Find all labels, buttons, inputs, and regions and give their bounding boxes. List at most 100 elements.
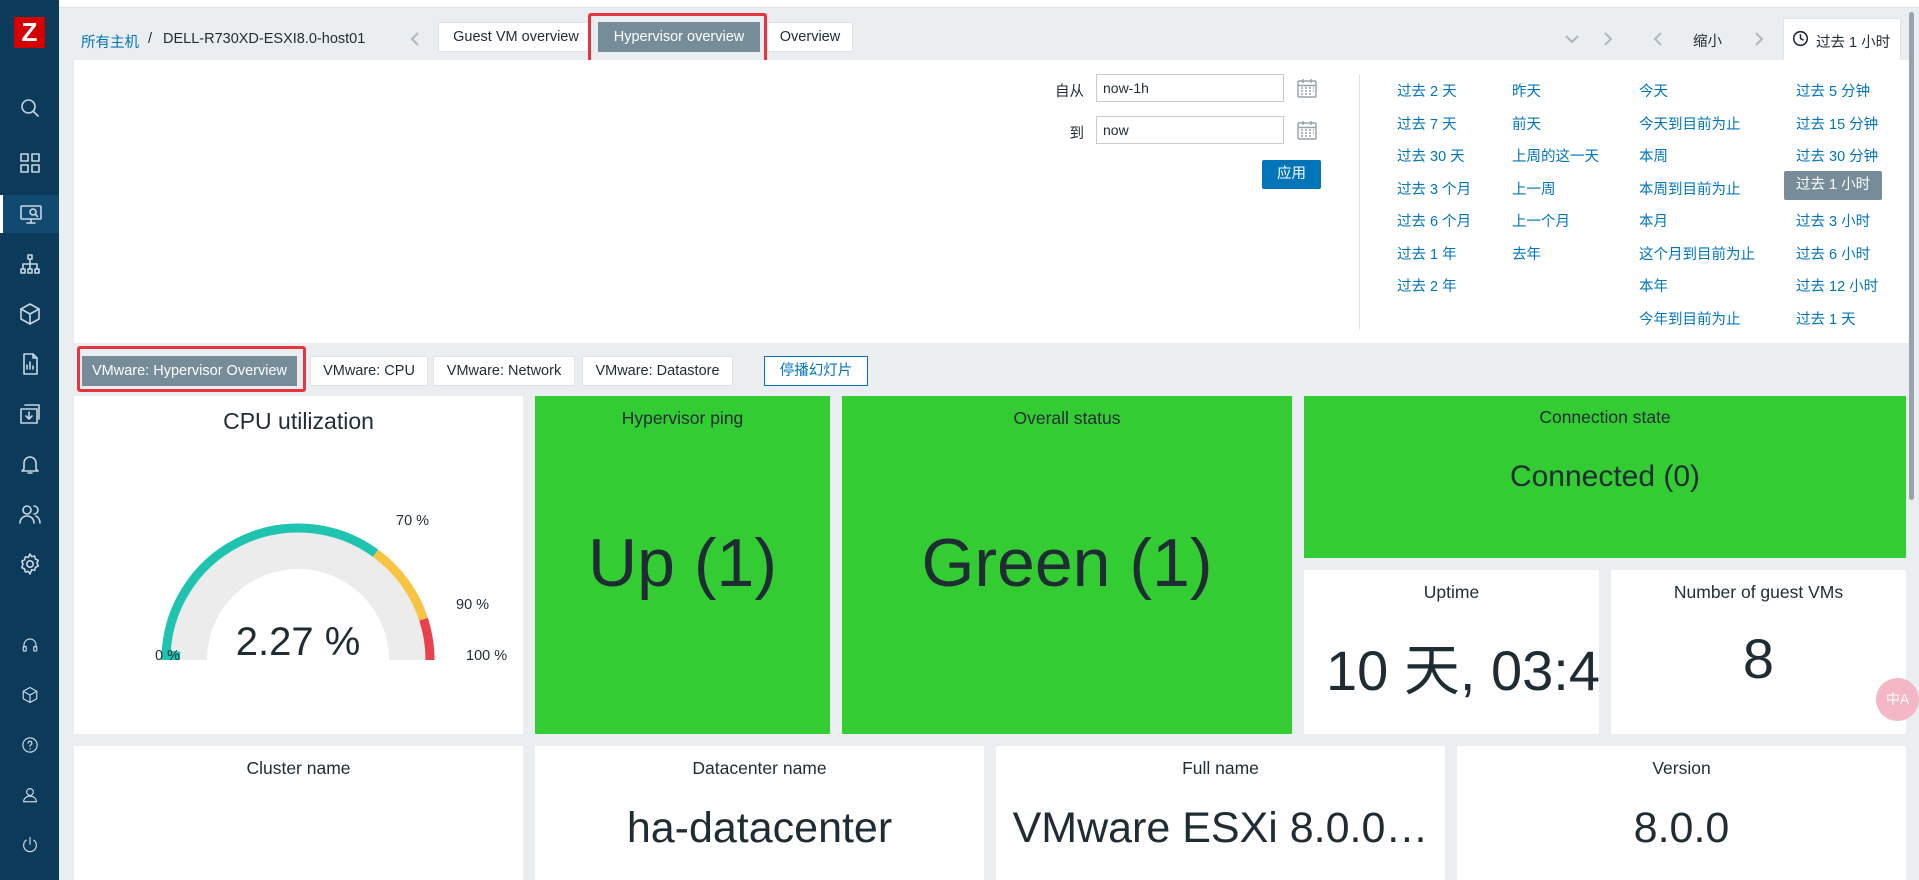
tab-hypervisor-overview-page[interactable]: VMware: Hypervisor Overview bbox=[82, 356, 297, 386]
quick-range-link[interactable]: 上一周 bbox=[1512, 178, 1556, 199]
quick-range-link[interactable]: 今天到目前为止 bbox=[1639, 113, 1741, 134]
apply-button[interactable]: 应用 bbox=[1262, 160, 1321, 189]
alerts-bell-icon[interactable] bbox=[16, 450, 44, 478]
translate-button[interactable]: 中A bbox=[1876, 678, 1919, 721]
quick-range-link[interactable]: 上周的这一天 bbox=[1512, 145, 1599, 166]
support-headset-icon[interactable] bbox=[16, 631, 44, 659]
to-calendar-icon[interactable] bbox=[1296, 119, 1318, 141]
reports-icon[interactable] bbox=[16, 350, 44, 378]
time-forward-icon[interactable] bbox=[1749, 29, 1769, 49]
breadcrumb-host: DELL-R730XD-ESXI8.0-host01 bbox=[163, 31, 366, 47]
quick-range-link[interactable]: 过去 6 个月 bbox=[1397, 210, 1471, 231]
time-range-label: 过去 1 小时 bbox=[1816, 35, 1891, 51]
widget-title: Number of guest VMs bbox=[1673, 582, 1844, 602]
quick-range-link[interactable]: 过去 15 分钟 bbox=[1796, 113, 1878, 134]
widget-title: Full name bbox=[1182, 758, 1259, 778]
widget-title: Datacenter name bbox=[692, 758, 827, 778]
sidebar: Z bbox=[0, 0, 59, 880]
time-back-icon[interactable] bbox=[1648, 29, 1668, 49]
quick-range-link[interactable]: 这个月到目前为止 bbox=[1639, 243, 1755, 264]
quick-range-link[interactable]: 过去 1 年 bbox=[1397, 243, 1457, 264]
monitoring-icon[interactable] bbox=[0, 195, 59, 233]
data-collection-icon[interactable] bbox=[16, 400, 44, 428]
from-label: 自从 bbox=[1055, 84, 1084, 100]
to-label: 到 bbox=[1069, 126, 1085, 142]
overall-status-widget: Overall status Green (1) bbox=[842, 396, 1292, 734]
quick-range-link[interactable]: 本周 bbox=[1639, 145, 1668, 166]
widget-title: Version bbox=[1652, 758, 1711, 778]
clock-icon bbox=[1792, 30, 1809, 47]
tab-guest-vm-overview[interactable]: Guest VM overview bbox=[438, 22, 594, 52]
network-topology-icon[interactable] bbox=[16, 250, 44, 278]
full-name-widget: Full name VMware ESXi 8.0.0… bbox=[996, 746, 1445, 880]
user-settings-icon[interactable] bbox=[16, 781, 44, 809]
quick-range-link[interactable]: 昨天 bbox=[1512, 80, 1541, 101]
quick-range-link[interactable]: 过去 30 天 bbox=[1397, 145, 1465, 166]
zoom-out-button[interactable]: 缩小 bbox=[1693, 30, 1722, 51]
panel-divider bbox=[1359, 74, 1360, 330]
widget-value: 8 bbox=[1742, 627, 1775, 690]
help-icon[interactable] bbox=[16, 731, 44, 759]
quick-range-link[interactable]: 过去 5 分钟 bbox=[1796, 80, 1870, 101]
uptime-widget: Uptime 10 天, 03:47 bbox=[1304, 570, 1599, 734]
tab-datastore-page[interactable]: VMware: Datastore bbox=[582, 356, 733, 386]
top-border bbox=[59, 0, 1919, 8]
cpu-utilization-widget: CPU utilization 0 % 70 % 90 % 100 % 2.27… bbox=[74, 396, 523, 734]
dashboard-icon[interactable] bbox=[16, 149, 44, 177]
widget-value: 10 天, 03:47 bbox=[1326, 639, 1599, 702]
quick-range-link[interactable]: 过去 30 分钟 bbox=[1796, 145, 1878, 166]
tabs-scroll-left-icon[interactable] bbox=[405, 29, 425, 49]
quick-range-link[interactable]: 本年 bbox=[1639, 275, 1668, 296]
tab-network-page[interactable]: VMware: Network bbox=[433, 356, 575, 386]
quick-range-selected[interactable]: 过去 1 小时 bbox=[1784, 171, 1883, 200]
cpu-gauge: 0 % 70 % 90 % 100 % 2.27 % bbox=[155, 513, 507, 664]
scrollbar-thumb[interactable] bbox=[1909, 12, 1914, 500]
version-widget: Version 8.0.0 bbox=[1457, 746, 1906, 880]
guest-vms-widget: Number of guest VMs 8 bbox=[1611, 570, 1906, 734]
quick-range-link[interactable]: 今天 bbox=[1639, 80, 1668, 101]
breadcrumb-separator: / bbox=[148, 31, 153, 47]
widget-value: ha-datacenter bbox=[626, 804, 893, 852]
quick-range-link[interactable]: 上一个月 bbox=[1512, 210, 1570, 231]
quick-range-link[interactable]: 过去 3 个月 bbox=[1397, 178, 1471, 199]
tab-cpu-page[interactable]: VMware: CPU bbox=[310, 356, 428, 386]
quick-range-link[interactable]: 本周到目前为止 bbox=[1639, 178, 1741, 199]
sign-out-icon[interactable] bbox=[16, 831, 44, 859]
widget-value: VMware ESXi 8.0.0… bbox=[1012, 804, 1429, 852]
quick-range-link[interactable]: 今年到目前为止 bbox=[1639, 308, 1741, 329]
tab-overview[interactable]: Overview bbox=[767, 22, 853, 52]
quick-range-link[interactable]: 过去 1 天 bbox=[1796, 308, 1856, 329]
gauge-threshold-90-label: 90 % bbox=[456, 597, 489, 613]
widget-title: Uptime bbox=[1423, 582, 1480, 602]
to-input[interactable]: now bbox=[1096, 116, 1284, 144]
administration-gear-icon[interactable] bbox=[16, 550, 44, 578]
zabbix-logo[interactable]: Z bbox=[14, 17, 45, 48]
quick-range-link[interactable]: 过去 6 小时 bbox=[1796, 243, 1870, 264]
quick-range-link[interactable]: 前天 bbox=[1512, 113, 1541, 134]
quick-range-link[interactable]: 过去 2 天 bbox=[1397, 80, 1457, 101]
users-icon[interactable] bbox=[16, 500, 44, 528]
quick-range-link[interactable]: 本月 bbox=[1639, 210, 1668, 231]
widget-value: Connected (0) bbox=[1509, 460, 1701, 493]
quick-range-link[interactable]: 过去 2 年 bbox=[1397, 275, 1457, 296]
chevron-right-icon[interactable] bbox=[1598, 29, 1618, 49]
from-calendar-icon[interactable] bbox=[1296, 77, 1318, 99]
integrations-cube-icon[interactable] bbox=[16, 681, 44, 709]
quick-range-link[interactable]: 去年 bbox=[1512, 243, 1541, 264]
stop-slideshow-button[interactable]: 停播幻灯片 bbox=[764, 356, 868, 386]
tab-hypervisor-overview[interactable]: Hypervisor overview bbox=[598, 22, 760, 52]
quick-range-link[interactable]: 过去 12 小时 bbox=[1796, 275, 1878, 296]
breadcrumb-all-hosts[interactable]: 所有主机 bbox=[81, 31, 139, 52]
hypervisor-ping-widget: Hypervisor ping Up (1) bbox=[535, 396, 830, 734]
widget-title: Connection state bbox=[1539, 407, 1671, 427]
time-range-toggle[interactable]: 过去 1 小时 bbox=[1783, 18, 1901, 60]
search-icon[interactable] bbox=[16, 94, 44, 122]
from-input[interactable]: now-1h bbox=[1096, 74, 1284, 102]
connection-state-widget: Connection state Connected (0) bbox=[1304, 396, 1906, 558]
quick-range-link[interactable]: 过去 7 天 bbox=[1397, 113, 1457, 134]
inventory-cube-icon[interactable] bbox=[16, 300, 44, 328]
cluster-name-widget: Cluster name bbox=[74, 746, 523, 880]
quick-range-link[interactable]: 过去 3 小时 bbox=[1796, 210, 1870, 231]
chevron-down-icon[interactable] bbox=[1562, 29, 1582, 49]
widget-value: Green (1) bbox=[921, 525, 1213, 601]
